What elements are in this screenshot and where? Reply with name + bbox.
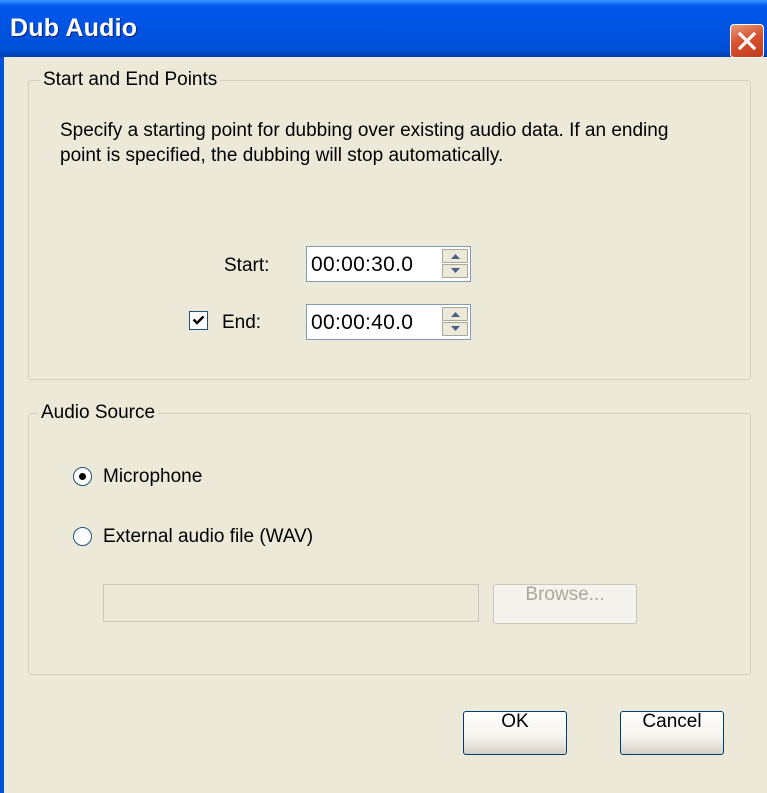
dub-audio-dialog: Dub Audio Start and End Points Specify a…	[0, 0, 767, 793]
start-spin-buttons	[442, 249, 468, 279]
start-time-value[interactable]: 00:00:30.0	[311, 254, 413, 276]
audio-source-group-label: Audio Source	[38, 402, 159, 424]
end-time-value[interactable]: 00:00:40.0	[311, 312, 413, 334]
end-spin-buttons	[442, 307, 468, 337]
microphone-radio[interactable]	[73, 467, 92, 486]
arrow-down-icon	[451, 326, 460, 331]
microphone-label[interactable]: Microphone	[103, 466, 202, 488]
start-label: Start:	[224, 255, 270, 276]
end-spin-down-button[interactable]	[442, 322, 468, 336]
window-title: Dub Audio	[10, 14, 138, 42]
start-end-description: Specify a starting point for dubbing ove…	[60, 120, 669, 166]
end-spin-up-button[interactable]	[442, 307, 468, 321]
end-time-spinner[interactable]: 00:00:40.0	[306, 304, 471, 340]
browse-button-label: Browse...	[525, 584, 605, 605]
window-frame	[0, 57, 4, 793]
cancel-button-label: Cancel	[642, 711, 702, 732]
external-file-radio[interactable]	[73, 527, 92, 546]
cancel-button[interactable]: Cancel	[620, 711, 724, 755]
ok-button[interactable]: OK	[463, 711, 567, 755]
file-path-input	[103, 584, 479, 622]
ok-button-label: OK	[501, 711, 529, 732]
arrow-down-icon	[451, 268, 460, 273]
start-spin-up-button[interactable]	[442, 249, 468, 263]
radio-selected-dot	[79, 473, 86, 480]
end-label: End:	[222, 312, 262, 333]
end-checkbox[interactable]	[189, 311, 208, 330]
close-icon	[737, 31, 757, 51]
external-file-label[interactable]: External audio file (WAV)	[103, 526, 313, 548]
browse-button: Browse...	[493, 584, 637, 624]
arrow-up-icon	[451, 254, 460, 259]
start-spin-down-button[interactable]	[442, 264, 468, 278]
checkmark-icon	[192, 315, 205, 325]
start-time-spinner[interactable]: 00:00:30.0	[306, 246, 471, 282]
arrow-up-icon	[451, 312, 460, 317]
start-end-group-label: Start and End Points	[40, 69, 221, 91]
close-button[interactable]	[730, 24, 764, 58]
title-bar[interactable]: Dub Audio	[0, 0, 767, 57]
